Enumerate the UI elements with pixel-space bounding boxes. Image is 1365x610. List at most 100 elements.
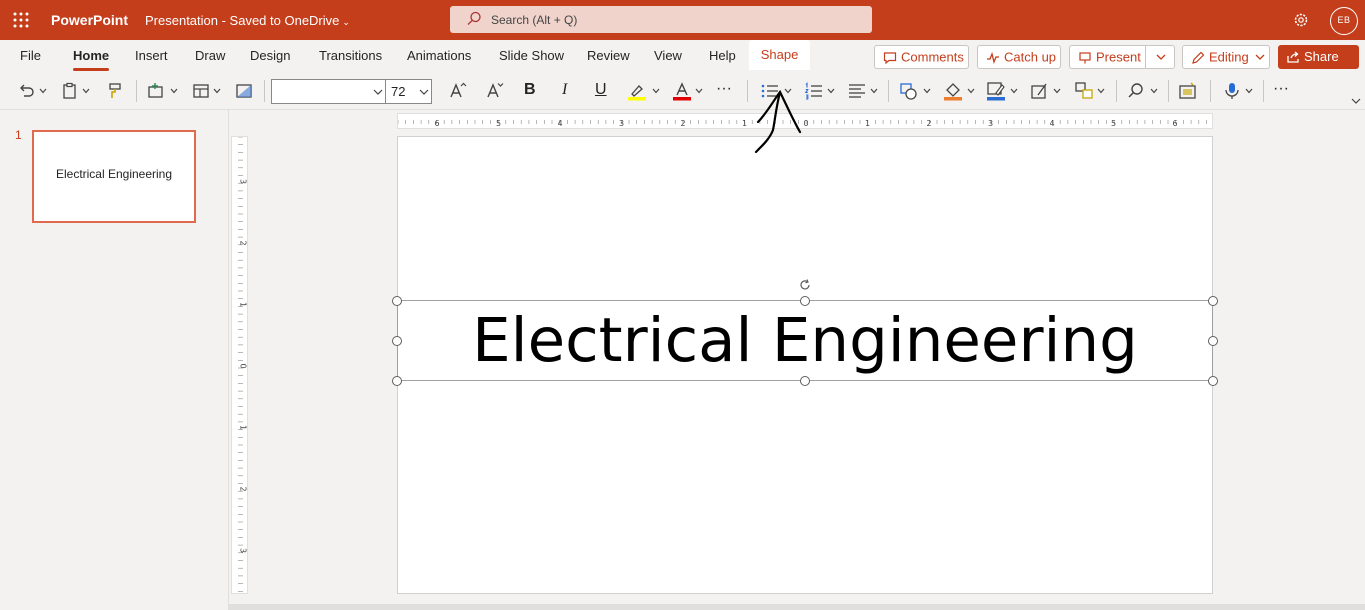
document-title-text: Presentation - Saved to OneDrive — [145, 13, 340, 28]
numbering-icon[interactable] — [804, 81, 824, 101]
designer-icon[interactable] — [1178, 81, 1198, 101]
chevron-down-icon[interactable] — [923, 87, 931, 95]
chevron-down-icon[interactable] — [784, 87, 792, 95]
app-launcher-icon[interactable] — [12, 11, 30, 29]
tab-transitions[interactable]: Transitions — [319, 48, 382, 63]
bottom-scrollbar[interactable] — [229, 604, 1365, 610]
format-painter-icon[interactable] — [104, 81, 124, 101]
chevron-down-icon[interactable] — [652, 87, 660, 95]
font-color-icon[interactable] — [672, 81, 692, 101]
resize-handle-top-left[interactable] — [392, 296, 402, 306]
slide-thumbnail[interactable]: Electrical Engineering — [32, 130, 196, 223]
chevron-down-icon[interactable] — [1245, 87, 1253, 95]
ruler-label: 2 — [926, 119, 931, 128]
settings-gear-icon[interactable] — [1292, 11, 1310, 29]
ruler-label: 0 — [239, 363, 248, 368]
comments-button[interactable]: Comments — [874, 45, 969, 69]
ruler-label: 1 — [239, 302, 248, 307]
catch-up-label: Catch up — [1004, 49, 1057, 65]
tab-shape[interactable]: Shape — [749, 40, 810, 70]
arrange-icon[interactable] — [1074, 81, 1094, 101]
bullets-icon[interactable] — [760, 81, 780, 101]
tab-animations[interactable]: Animations — [407, 48, 471, 63]
more-options-button[interactable]: ··· — [1273, 80, 1289, 98]
present-options-button[interactable] — [1145, 45, 1175, 69]
slide-title-text[interactable]: Electrical Engineering — [397, 304, 1213, 378]
ribbon-separator — [1263, 80, 1264, 102]
tab-design[interactable]: Design — [250, 48, 290, 63]
more-font-options-button[interactable]: ··· — [716, 80, 732, 98]
tab-draw[interactable]: Draw — [195, 48, 225, 63]
tab-view[interactable]: View — [654, 48, 682, 63]
font-size-value: 72 — [391, 84, 406, 99]
underline-button[interactable]: U — [595, 81, 607, 99]
font-name-box[interactable] — [271, 79, 386, 104]
align-icon[interactable] — [847, 81, 867, 101]
shapes-icon[interactable] — [899, 81, 919, 101]
chevron-down-icon[interactable] — [695, 87, 703, 95]
ruler-label: 5 — [1111, 119, 1116, 128]
tab-home[interactable]: Home — [73, 48, 110, 71]
resize-handle-left[interactable] — [392, 336, 402, 346]
paste-icon[interactable] — [60, 81, 80, 101]
tab-review[interactable]: Review — [587, 48, 630, 63]
italic-button[interactable]: I — [562, 81, 567, 99]
editing-mode-button[interactable]: Editing — [1182, 45, 1270, 69]
shape-effects-icon[interactable] — [1030, 81, 1050, 101]
new-slide-icon[interactable] — [146, 81, 166, 101]
chevron-down-icon[interactable] — [39, 87, 47, 95]
user-avatar[interactable]: EB — [1330, 7, 1358, 35]
increase-font-size-icon[interactable] — [448, 81, 468, 101]
chevron-down-icon[interactable] — [213, 87, 221, 95]
tab-help[interactable]: Help — [709, 48, 736, 63]
chevron-down-icon[interactable] — [1053, 87, 1061, 95]
present-button[interactable]: Present — [1069, 45, 1146, 69]
shape-outline-icon[interactable] — [986, 81, 1006, 101]
ruler-label: 1 — [239, 425, 248, 430]
rotate-handle-icon[interactable] — [798, 278, 812, 292]
ribbon-separator — [1168, 80, 1169, 102]
resize-handle-bottom-right[interactable] — [1208, 376, 1218, 386]
tab-slide-show[interactable]: Slide Show — [499, 48, 564, 63]
resize-handle-right[interactable] — [1208, 336, 1218, 346]
collapse-ribbon-icon[interactable] — [1351, 97, 1361, 105]
document-title[interactable]: Presentation - Saved to OneDrive ⌄ — [145, 13, 350, 28]
present-icon — [1079, 51, 1091, 64]
chevron-down-icon[interactable] — [1097, 87, 1105, 95]
catch-up-button[interactable]: Catch up — [977, 45, 1061, 69]
ribbon-separator — [264, 80, 265, 102]
resize-handle-top[interactable] — [800, 296, 810, 306]
app-name[interactable]: PowerPoint — [51, 12, 128, 28]
resize-handle-bottom[interactable] — [800, 376, 810, 386]
chevron-down-icon[interactable] — [1150, 87, 1158, 95]
bold-button[interactable]: B — [524, 81, 536, 99]
find-icon[interactable] — [1126, 81, 1146, 101]
chevron-down-icon[interactable] — [870, 87, 878, 95]
undo-icon[interactable] — [16, 81, 36, 101]
format-background-icon[interactable] — [234, 81, 254, 101]
vertical-ruler-ticks: 3 2 1 0 1 2 3 — [238, 136, 248, 592]
chevron-down-icon[interactable] — [827, 87, 835, 95]
comments-label: Comments — [901, 49, 964, 65]
slide-number: 1 — [15, 128, 22, 142]
chevron-down-icon[interactable] — [82, 87, 90, 95]
dictate-microphone-icon[interactable] — [1222, 81, 1242, 101]
chevron-down-icon[interactable] — [1010, 87, 1018, 95]
horizontal-ruler-ticks: 6 5 4 3 2 1 0 1 2 3 4 5 6 — [397, 119, 1207, 128]
tab-insert[interactable]: Insert — [135, 48, 168, 63]
font-size-box[interactable]: 72 — [385, 79, 432, 104]
chevron-down-icon[interactable] — [967, 87, 975, 95]
resize-handle-top-right[interactable] — [1208, 296, 1218, 306]
ribbon-separator — [1116, 80, 1117, 102]
highlight-pen-icon[interactable] — [627, 81, 647, 101]
resize-handle-bottom-left[interactable] — [392, 376, 402, 386]
share-button[interactable]: Share — [1278, 45, 1359, 69]
ruler-label: 2 — [239, 486, 248, 491]
tab-file[interactable]: File — [20, 48, 41, 63]
chevron-down-icon: ⌄ — [342, 17, 350, 27]
shape-fill-icon[interactable] — [943, 81, 963, 101]
layout-icon[interactable] — [191, 81, 211, 101]
decrease-font-size-icon[interactable] — [485, 81, 505, 101]
chevron-down-icon[interactable] — [170, 87, 178, 95]
search-box[interactable]: Search (Alt + Q) — [450, 6, 872, 33]
